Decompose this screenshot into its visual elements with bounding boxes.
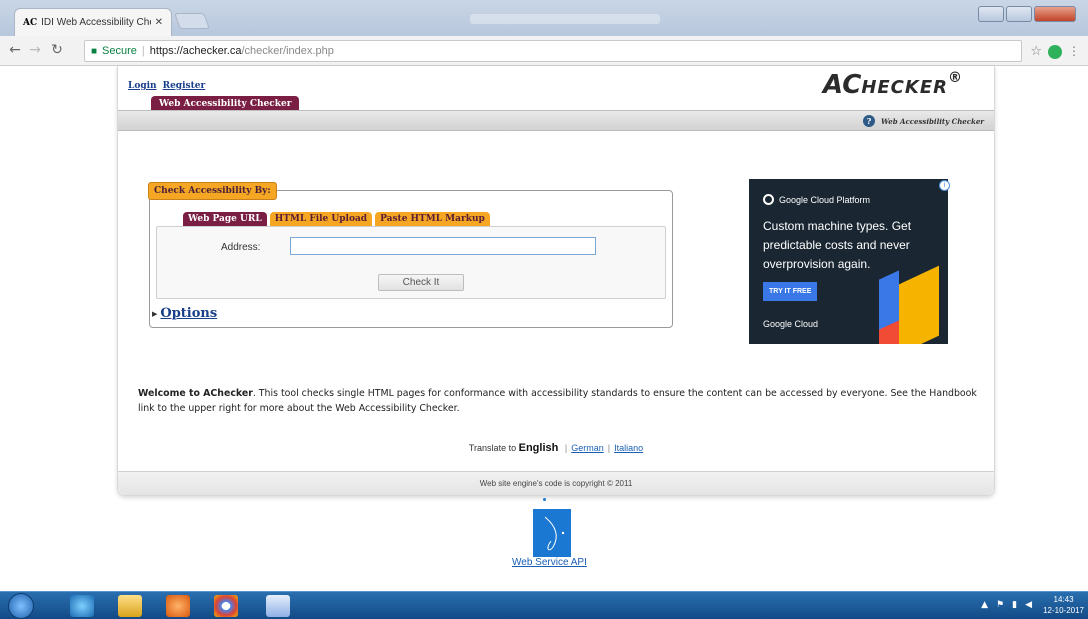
- browser-titlebar: AC IDI Web Accessibility Chec ✕: [0, 0, 1088, 36]
- register-link[interactable]: Register: [163, 81, 206, 91]
- triangle-right-icon: ▶: [152, 309, 158, 318]
- ad-graphic: [899, 265, 939, 344]
- ad-cta-button[interactable]: TRY IT FREE: [763, 282, 818, 301]
- address-label: Address:: [221, 242, 261, 253]
- web-service-api-icon[interactable]: [533, 509, 571, 557]
- page-content: Login Register ACHECKER® Web Accessibili…: [0, 66, 1088, 591]
- input-method-tabs: Web Page URL HTML File Upload Paste HTML…: [183, 212, 490, 226]
- flag-icon[interactable]: ⚑: [996, 600, 1004, 610]
- achecker-container: Login Register ACHECKER® Web Accessibili…: [117, 66, 995, 496]
- welcome-text: Welcome to AChecker. This tool checks si…: [138, 386, 983, 416]
- options-toggle[interactable]: ▶ Options: [152, 306, 217, 321]
- extension-icon[interactable]: [1048, 45, 1062, 59]
- forward-arrow-icon[interactable]: →: [26, 42, 44, 58]
- address-input[interactable]: [290, 237, 596, 255]
- tab-html-file-upload[interactable]: HTML File Upload: [269, 212, 373, 226]
- close-window-button[interactable]: [1034, 6, 1076, 22]
- language-separator: |: [564, 443, 568, 453]
- url-separator: |: [141, 45, 145, 57]
- handbook-link[interactable]: ? Web Accessibility Checker: [862, 115, 984, 127]
- secure-label: Secure: [102, 45, 137, 57]
- internet-explorer-icon[interactable]: [70, 595, 94, 617]
- url-input-panel: Address: Check It: [156, 226, 666, 299]
- check-accessibility-fieldset: Check Accessibility By: Web Page URL HTM…: [148, 182, 673, 328]
- nav-tab-web-accessibility-checker[interactable]: Web Accessibility Checker: [151, 96, 300, 111]
- language-link-italiano[interactable]: Italiano: [614, 443, 643, 453]
- maximize-button[interactable]: [1006, 6, 1032, 22]
- new-tab-button[interactable]: [174, 13, 210, 29]
- back-arrow-icon[interactable]: ←: [6, 42, 24, 58]
- start-button[interactable]: [8, 593, 34, 619]
- system-tray: ▲ ⚑ ▮ ◀: [981, 600, 1032, 610]
- word-icon[interactable]: [266, 595, 290, 617]
- url-bar[interactable]: ■ Secure | https://achecker.ca/checker/i…: [84, 40, 1022, 62]
- clock[interactable]: 14:43 12-10-2017: [1043, 594, 1084, 616]
- ad-graphic: [879, 270, 899, 330]
- current-language: English: [518, 442, 559, 454]
- file-explorer-icon[interactable]: [118, 595, 142, 617]
- minimize-button[interactable]: [978, 6, 1004, 22]
- welcome-body: . This tool checks single HTML pages for…: [138, 388, 977, 414]
- volume-icon[interactable]: ◀: [1025, 600, 1032, 610]
- tab-close-icon[interactable]: ✕: [155, 17, 163, 28]
- browser-tab[interactable]: AC IDI Web Accessibility Chec ✕: [14, 8, 172, 36]
- taskbar: ▲ ⚑ ▮ ◀ 14:43 12-10-2017: [0, 591, 1088, 619]
- web-service-api-link[interactable]: Web Service API: [512, 557, 587, 568]
- chrome-icon[interactable]: [214, 595, 238, 617]
- options-label: Options: [160, 306, 218, 321]
- clock-time: 14:43: [1053, 595, 1074, 604]
- headset-icon: ?: [862, 115, 875, 127]
- translate-prefix: Translate to: [468, 443, 517, 453]
- tab-web-page-url[interactable]: Web Page URL: [183, 212, 267, 226]
- reload-icon[interactable]: ↻: [48, 42, 66, 58]
- network-icon[interactable]: ▮: [1012, 600, 1017, 610]
- language-link-german[interactable]: German: [571, 443, 604, 453]
- clock-date: 12-10-2017: [1043, 606, 1084, 615]
- check-it-button[interactable]: Check It: [378, 274, 464, 291]
- bookmark-star-icon[interactable]: ☆: [1030, 44, 1042, 59]
- ac-favicon-icon: AC: [23, 17, 38, 28]
- tab-paste-html-markup[interactable]: Paste HTML Markup: [375, 212, 490, 226]
- tab-title: IDI Web Accessibility Chec: [41, 17, 151, 28]
- login-link[interactable]: Login: [128, 81, 157, 91]
- tray-arrow-icon[interactable]: ▲: [981, 600, 988, 610]
- check-accessibility-legend: Check Accessibility By:: [148, 182, 277, 200]
- ad-footer: Google Cloud: [763, 319, 819, 329]
- nav-bar: ? Web Accessibility Checker: [118, 110, 994, 131]
- api-logo-dot: [543, 498, 546, 501]
- url-text: https://achecker.ca/checker/index.php: [149, 45, 334, 57]
- browser-menu-icon[interactable]: ⋮: [1068, 44, 1080, 58]
- language-separator: |: [607, 443, 611, 453]
- browser-toolbar: ← → ↻ ■ Secure | https://achecker.ca/che…: [0, 36, 1088, 66]
- google-cloud-icon: [763, 194, 774, 205]
- handbook-label: Web Accessibility Checker: [880, 116, 984, 126]
- window-controls: [978, 6, 1076, 22]
- language-selector: Translate to English | German | Italiano: [118, 442, 994, 454]
- welcome-heading: Welcome to AChecker: [138, 388, 253, 399]
- adchoices-icon[interactable]: i: [939, 180, 950, 191]
- ad-brand-label: Google Cloud Platform: [779, 194, 871, 205]
- advertisement[interactable]: Google Cloud Platform Custom machine typ…: [749, 179, 948, 344]
- lock-icon: ■: [91, 45, 98, 57]
- window-title-blurred: [470, 14, 660, 24]
- ad-text: Custom machine types. Get predictable co…: [763, 219, 912, 271]
- copyright-footer: Web site engine's code is copyright © 20…: [118, 471, 994, 495]
- ad-brand: Google Cloud Platform: [763, 194, 870, 205]
- media-player-icon[interactable]: [166, 595, 190, 617]
- achecker-logo: ACHECKER®: [822, 70, 962, 100]
- account-links: Login Register: [128, 81, 205, 91]
